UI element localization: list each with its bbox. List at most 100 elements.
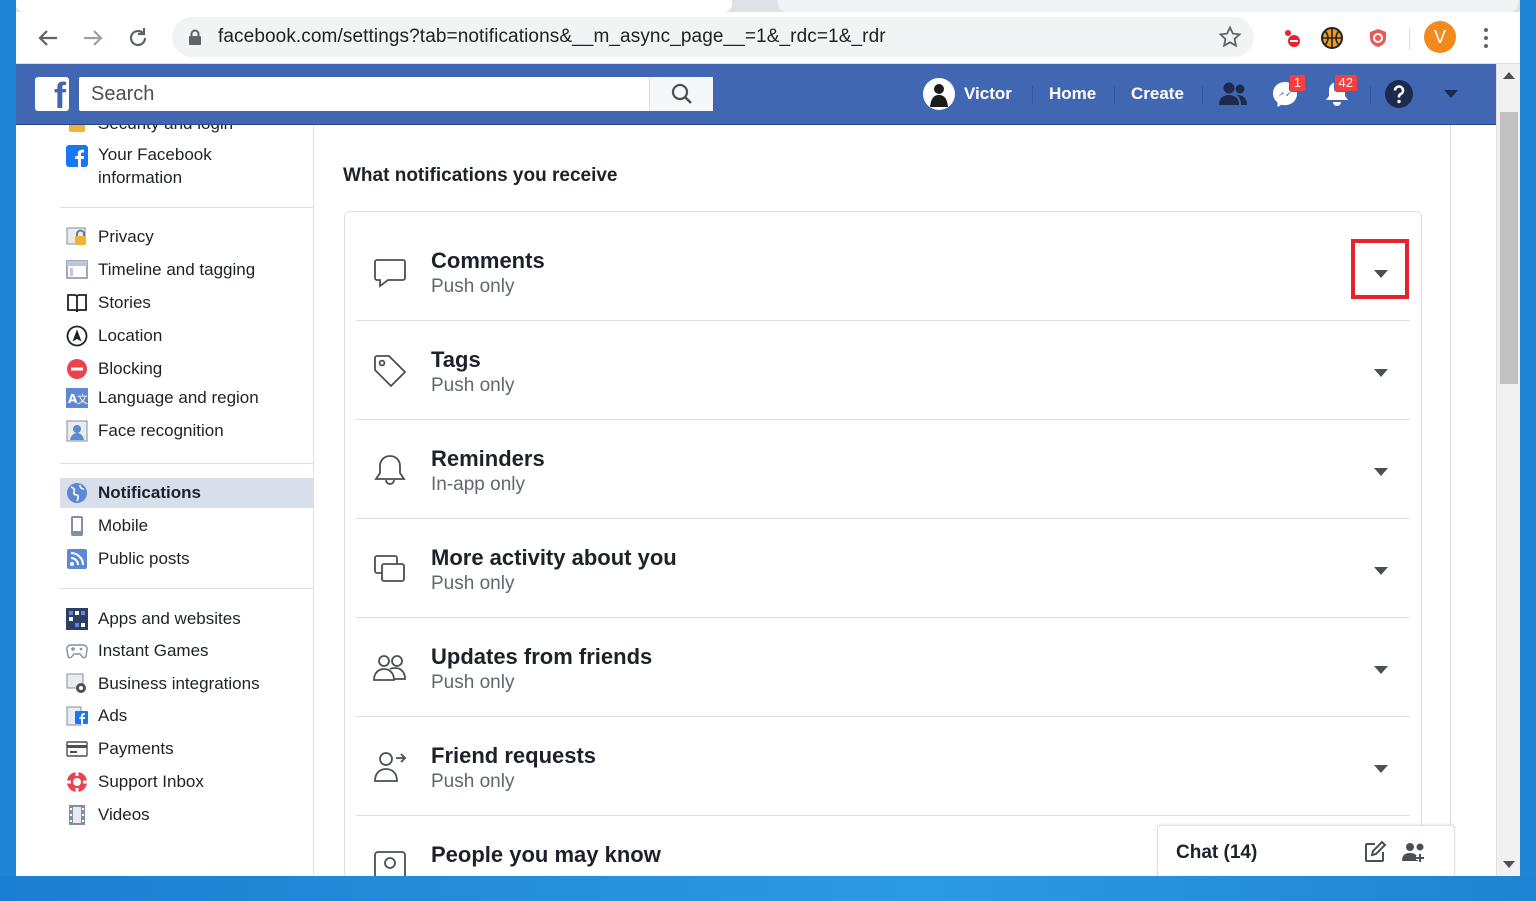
notification-row-reminders[interactable]: Reminders In-app only bbox=[356, 420, 1410, 519]
create-label: Create bbox=[1131, 84, 1184, 103]
friend-requests-button[interactable] bbox=[1216, 78, 1250, 110]
expand-more-activity-button[interactable] bbox=[1366, 559, 1396, 583]
scroll-down-arrow-icon[interactable] bbox=[1503, 861, 1515, 868]
sidebar-item-label: Apps and websites bbox=[98, 609, 241, 628]
blocking-icon bbox=[66, 358, 88, 380]
sidebar-item-privacy[interactable]: Privacy bbox=[60, 222, 314, 252]
sidebar-item-instant-games[interactable]: Instant Games bbox=[60, 636, 314, 666]
sidebar-divider bbox=[60, 588, 314, 589]
notifications-button[interactable]: 42 bbox=[1320, 74, 1358, 110]
sidebar-item-location[interactable]: Location bbox=[60, 321, 314, 351]
lifebuoy-icon bbox=[66, 771, 88, 793]
sidebar-item-ads[interactable]: Ads bbox=[60, 701, 314, 731]
active-tab[interactable] bbox=[16, 0, 732, 12]
scrollbar-thumb[interactable] bbox=[1500, 112, 1518, 384]
tag-icon bbox=[374, 355, 407, 388]
sidebar-item-security[interactable]: Security and login bbox=[60, 125, 314, 139]
address-bar[interactable]: facebook.com/settings?tab=notifications&… bbox=[172, 17, 1254, 57]
page-scrollbar[interactable] bbox=[1496, 64, 1520, 876]
facebook-icon bbox=[66, 145, 88, 167]
caret-down-icon bbox=[1374, 369, 1388, 377]
rss-icon bbox=[66, 548, 88, 570]
sidebar-item-blocking[interactable]: Blocking bbox=[60, 354, 314, 384]
mobile-icon bbox=[66, 515, 88, 537]
browser-menu-button[interactable] bbox=[1476, 24, 1496, 52]
sidebar-item-support-inbox[interactable]: Support Inbox bbox=[60, 767, 314, 797]
account-menu-button[interactable] bbox=[1434, 78, 1468, 110]
settings-page: Security and login Your Facebook informa… bbox=[16, 125, 1496, 876]
sidebar-item-label: Your Facebook information bbox=[98, 145, 212, 187]
row-subtitle: Push only bbox=[431, 375, 515, 396]
profile-initial: V bbox=[1433, 26, 1446, 47]
facebook-logo[interactable]: f bbox=[35, 77, 69, 111]
expand-comments-button[interactable] bbox=[1366, 262, 1396, 286]
row-subtitle: Push only bbox=[431, 276, 515, 297]
notification-row-tags[interactable]: Tags Push only bbox=[356, 321, 1410, 420]
caret-down-icon bbox=[1374, 567, 1388, 575]
row-subtitle: Push only bbox=[431, 771, 515, 792]
sidebar-item-language[interactable]: A文 Language and region bbox=[60, 383, 314, 413]
row-subtitle: In-app only bbox=[431, 474, 526, 495]
search-button[interactable] bbox=[649, 77, 713, 111]
back-button[interactable] bbox=[34, 24, 62, 52]
messenger-button[interactable]: 1 bbox=[1268, 74, 1306, 110]
new-message-button[interactable] bbox=[1362, 840, 1388, 864]
notification-row-more-activity[interactable]: More activity about you Push only bbox=[356, 519, 1410, 618]
sidebar-item-public-posts[interactable]: Public posts bbox=[60, 544, 314, 574]
sidebar-item-label: Payments bbox=[98, 739, 174, 758]
inactive-tab[interactable] bbox=[778, 0, 1518, 12]
search-input[interactable] bbox=[79, 79, 649, 109]
sidebar-item-timeline[interactable]: Timeline and tagging bbox=[60, 255, 314, 285]
sidebar-item-label: Stories bbox=[98, 293, 151, 312]
expand-updates-friends-button[interactable] bbox=[1366, 658, 1396, 682]
sidebar-item-label: Business integrations bbox=[98, 674, 260, 693]
sidebar-item-payments[interactable]: Payments bbox=[60, 734, 314, 764]
notification-row-comments[interactable]: Comments Push only bbox=[356, 222, 1410, 321]
profile-link[interactable]: Victor bbox=[922, 76, 1012, 112]
payment-card-icon bbox=[66, 738, 88, 760]
notification-row-updates-friends[interactable]: Updates from friends Push only bbox=[356, 618, 1410, 717]
scroll-up-arrow-icon[interactable] bbox=[1503, 72, 1515, 79]
expand-tags-button[interactable] bbox=[1366, 361, 1396, 385]
sidebar-divider bbox=[60, 207, 314, 208]
notification-types-card: Comments Push only Tags Push only Remind… bbox=[344, 211, 1422, 876]
timeline-icon bbox=[66, 259, 88, 281]
messenger-badge: 1 bbox=[1288, 74, 1306, 92]
chat-tab[interactable]: Chat (14) bbox=[1157, 825, 1455, 876]
sidebar-item-apps[interactable]: Apps and websites bbox=[60, 604, 314, 634]
sidebar-item-facebook-information[interactable]: Your Facebook information bbox=[60, 143, 314, 195]
sidebar-item-mobile[interactable]: Mobile bbox=[60, 511, 314, 541]
bookmark-star-icon[interactable] bbox=[1218, 25, 1242, 49]
sidebar-item-videos[interactable]: Videos bbox=[60, 800, 314, 830]
sidebar-item-label: Support Inbox bbox=[98, 772, 204, 791]
create-link[interactable]: Create bbox=[1131, 76, 1184, 112]
caret-down-icon bbox=[1374, 468, 1388, 476]
section-title: What notifications you receive bbox=[343, 165, 618, 186]
sidebar-item-notifications[interactable]: Notifications bbox=[60, 478, 314, 508]
group-chat-button[interactable] bbox=[1402, 840, 1428, 864]
profile-avatar-button[interactable]: V bbox=[1424, 21, 1456, 53]
expand-reminders-button[interactable] bbox=[1366, 460, 1396, 484]
sidebar-item-stories[interactable]: Stories bbox=[60, 288, 314, 318]
notification-row-friend-requests[interactable]: Friend requests Push only bbox=[356, 717, 1410, 816]
extension-shield-icon[interactable] bbox=[1364, 24, 1392, 52]
home-link[interactable]: Home bbox=[1049, 76, 1096, 112]
extension-basketball-icon[interactable] bbox=[1318, 24, 1346, 52]
sidebar-divider bbox=[60, 463, 314, 464]
notifications-badge: 42 bbox=[1333, 74, 1358, 92]
sidebar-item-business-integrations[interactable]: Business integrations bbox=[60, 669, 314, 699]
gamepad-icon bbox=[66, 640, 88, 662]
help-button[interactable] bbox=[1382, 78, 1416, 110]
row-title: Reminders bbox=[431, 446, 545, 471]
row-subtitle: Push only bbox=[431, 672, 515, 693]
search-icon bbox=[671, 83, 692, 104]
sidebar-item-face-recognition[interactable]: Face recognition bbox=[60, 416, 314, 446]
notifications-settings-panel: What notifications you receive Comments … bbox=[315, 125, 1451, 876]
forward-button[interactable] bbox=[79, 24, 107, 52]
url-text[interactable]: facebook.com/settings?tab=notifications&… bbox=[218, 26, 886, 48]
extension-red-icon[interactable] bbox=[1278, 24, 1306, 52]
expand-friend-requests-button[interactable] bbox=[1366, 757, 1396, 781]
sidebar-item-label: Instant Games bbox=[98, 641, 209, 660]
reload-button[interactable] bbox=[124, 24, 152, 52]
friends-icon bbox=[373, 655, 406, 681]
